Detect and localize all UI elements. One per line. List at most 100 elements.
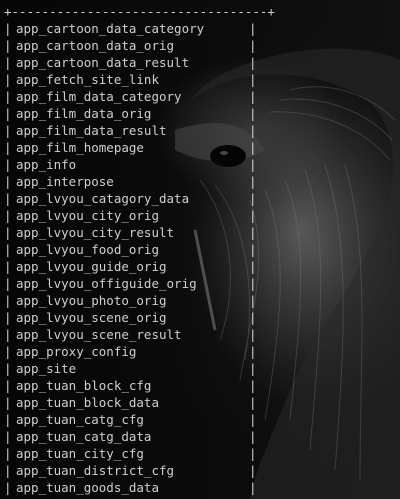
table-row: | app_film_data_orig | (4, 105, 275, 122)
table-list: +----------------------------------+ | ap… (4, 3, 275, 496)
table-name-cell: app_fetch_site_link (16, 72, 159, 87)
row-left-border: | (4, 259, 12, 274)
table-name-cell: app_lvyou_scene_result (16, 327, 182, 342)
table-name-cell: app_lvyou_photo_orig (16, 293, 167, 308)
row-left-border: | (4, 21, 12, 36)
row-right-border: | (249, 157, 257, 172)
row-left-border: | (4, 89, 12, 104)
table-row: | app_film_data_result | (4, 122, 275, 139)
row-left-border: | (4, 378, 12, 393)
table-name-cell: app_site (16, 361, 77, 376)
row-left-border: | (4, 412, 12, 427)
row-left-border: | (4, 157, 12, 172)
table-row: | app_tuan_city_cfg | (4, 445, 275, 462)
row-right-border: | (249, 191, 257, 206)
row-left-border: | (4, 72, 12, 87)
row-left-border: | (4, 327, 12, 342)
row-right-border: | (249, 55, 257, 70)
table-name-cell: app_lvyou_offiguide_orig (16, 276, 197, 291)
row-left-border: | (4, 446, 12, 461)
table-row: | app_lvyou_food_orig | (4, 241, 275, 258)
row-right-border: | (249, 72, 257, 87)
table-row: | app_cartoon_data_orig | (4, 37, 275, 54)
terminal-window[interactable]: +----------------------------------+ | ap… (0, 0, 400, 499)
table-row: | app_tuan_catg_cfg | (4, 411, 275, 428)
table-row: | app_lvyou_scene_result | (4, 326, 275, 343)
table-name-cell: app_lvyou_city_orig (16, 208, 159, 223)
row-right-border: | (249, 344, 257, 359)
row-left-border: | (4, 140, 12, 155)
table-rows: | app_cartoon_data_category | | app_cartoon_… (4, 20, 275, 496)
table-name-cell: app_film_data_category (16, 89, 182, 104)
table-row: | app_lvyou_offiguide_orig | (4, 275, 275, 292)
row-right-border: | (249, 174, 257, 189)
row-left-border: | (4, 123, 12, 138)
row-right-border: | (249, 412, 257, 427)
row-left-border: | (4, 429, 12, 444)
table-row: | app_site | (4, 360, 275, 377)
table-name-cell: app_tuan_catg_data (16, 429, 152, 444)
row-right-border: | (249, 293, 257, 308)
table-row: | app_tuan_catg_data | (4, 428, 275, 445)
row-right-border: | (249, 276, 257, 291)
row-right-border: | (249, 395, 257, 410)
table-name-cell: app_lvyou_city_result (16, 225, 175, 240)
row-right-border: | (249, 21, 257, 36)
row-left-border: | (4, 480, 12, 495)
table-name-cell: app_info (16, 157, 77, 172)
table-row: | app_lvyou_guide_orig | (4, 258, 275, 275)
row-right-border: | (249, 225, 257, 240)
table-row: | app_tuan_goods_data | (4, 479, 275, 496)
row-left-border: | (4, 361, 12, 376)
table-name-cell: app_cartoon_data_result (16, 55, 190, 70)
table-row: | app_fetch_site_link | (4, 71, 275, 88)
table-row: | app_lvyou_city_result | (4, 224, 275, 241)
row-right-border: | (249, 38, 257, 53)
row-left-border: | (4, 276, 12, 291)
table-row: | app_proxy_config | (4, 343, 275, 360)
row-right-border: | (249, 140, 257, 155)
table-name-cell: app_tuan_goods_data (16, 480, 159, 495)
row-right-border: | (249, 446, 257, 461)
table-row: | app_cartoon_data_category | (4, 20, 275, 37)
row-right-border: | (249, 327, 257, 342)
table-row: | app_film_data_category | (4, 88, 275, 105)
row-left-border: | (4, 208, 12, 223)
table-row: | app_info | (4, 156, 275, 173)
row-right-border: | (249, 242, 257, 257)
table-top-border: +----------------------------------+ (4, 4, 275, 19)
row-left-border: | (4, 38, 12, 53)
table-row: | app_tuan_block_cfg | (4, 377, 275, 394)
row-right-border: | (249, 259, 257, 274)
table-name-cell: app_cartoon_data_category (16, 21, 205, 36)
row-right-border: | (249, 106, 257, 121)
row-right-border: | (249, 378, 257, 393)
table-name-cell: app_tuan_catg_cfg (16, 412, 144, 427)
table-name-cell: app_lvyou_food_orig (16, 242, 159, 257)
row-left-border: | (4, 344, 12, 359)
table-row: | app_cartoon_data_result | (4, 54, 275, 71)
table-row: | app_lvyou_scene_orig | (4, 309, 275, 326)
row-left-border: | (4, 106, 12, 121)
row-right-border: | (249, 208, 257, 223)
table-row: | app_lvyou_city_orig | (4, 207, 275, 224)
row-left-border: | (4, 463, 12, 478)
table-name-cell: app_tuan_city_cfg (16, 446, 144, 461)
row-right-border: | (249, 361, 257, 376)
table-name-cell: app_tuan_district_cfg (16, 463, 175, 478)
table-row: | app_film_homepage | (4, 139, 275, 156)
row-right-border: | (249, 480, 257, 495)
table-name-cell: app_lvyou_scene_orig (16, 310, 167, 325)
row-left-border: | (4, 55, 12, 70)
table-row: | app_lvyou_catagory_data | (4, 190, 275, 207)
row-left-border: | (4, 191, 12, 206)
table-name-cell: app_tuan_block_data (16, 395, 159, 410)
row-left-border: | (4, 293, 12, 308)
row-right-border: | (249, 463, 257, 478)
table-name-cell: app_tuan_block_cfg (16, 378, 152, 393)
row-left-border: | (4, 242, 12, 257)
table-name-cell: app_film_homepage (16, 140, 144, 155)
table-row: | app_tuan_district_cfg | (4, 462, 275, 479)
table-row: | app_interpose | (4, 173, 275, 190)
row-left-border: | (4, 225, 12, 240)
